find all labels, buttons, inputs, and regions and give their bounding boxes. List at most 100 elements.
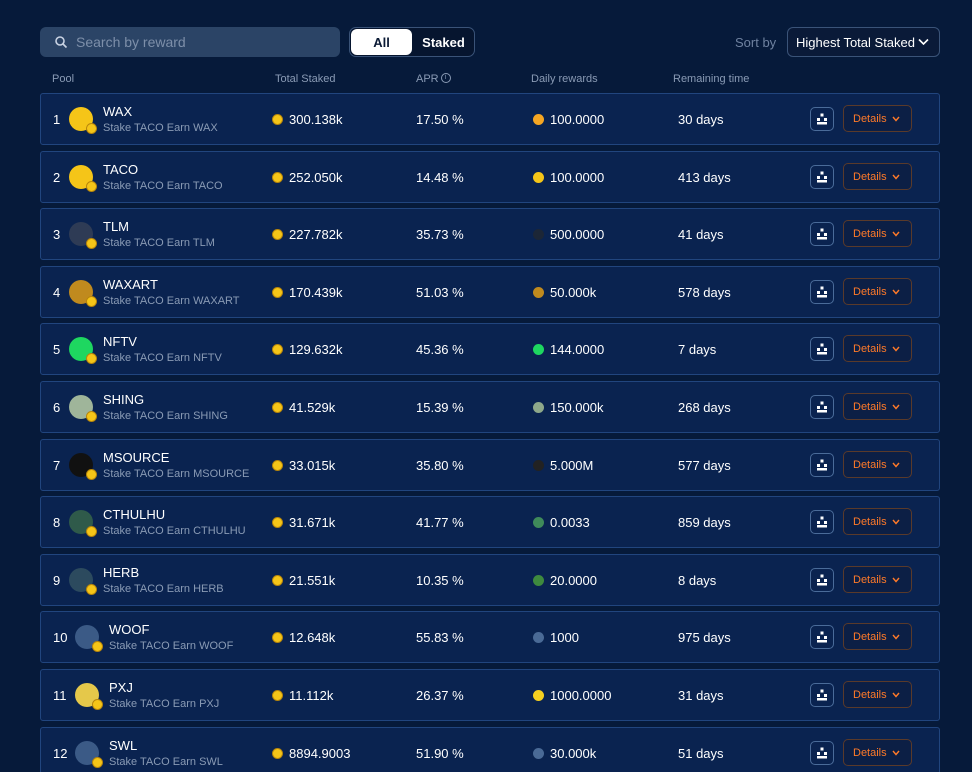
pool-index: 11 [53,688,67,703]
details-button[interactable]: Details [843,739,912,766]
total-staked: 300.138k [272,112,343,127]
header-daily-rewards: Daily rewards [531,73,598,85]
total-staked-value: 11.112k [289,688,334,703]
header-pool: Pool [52,73,75,85]
stake-button[interactable] [810,510,834,534]
reward-token-icon [533,748,544,759]
table-header: Pool Total Staked APR i Daily rewards Rem… [40,73,940,89]
daily-rewards: 1000 [533,630,579,645]
details-label: Details [853,515,887,528]
stake-button[interactable] [810,453,834,477]
table-row[interactable]: 10 WOOF Stake TACO Earn WOOF 12.648k 55.83 %… [40,611,940,663]
search-box[interactable] [40,27,340,57]
pool-name: MSOURCE [103,450,170,465]
pool-index: 4 [53,285,61,300]
stake-button[interactable] [810,395,834,419]
apr-value: 35.73 % [416,227,464,242]
search-input[interactable] [76,27,326,57]
pool-index: 9 [53,573,61,588]
details-button[interactable]: Details [843,220,912,247]
pool-logo-icon [69,510,97,537]
daily-rewards: 20.0000 [533,573,597,588]
stake-button[interactable] [810,741,834,765]
pool-subtitle: Stake TACO Earn MSOURCE [103,468,250,480]
details-button[interactable]: Details [843,163,912,190]
stake-button[interactable] [810,568,834,592]
details-label: Details [853,573,887,586]
details-button[interactable]: Details [843,681,912,708]
details-button[interactable]: Details [843,335,912,362]
stake-button[interactable] [810,280,834,304]
pool-name: SWL [109,738,138,753]
pool-name: WAX [103,104,133,119]
pool-logo-icon [69,568,97,595]
info-icon[interactable]: i [440,73,451,83]
taco-badge-icon [86,181,97,192]
pool-subtitle: Stake TACO Earn WAXART [103,295,240,307]
pool-subtitle: Stake TACO Earn PXJ [109,698,220,710]
stake-icon [817,747,827,759]
chevron-down-icon [918,38,929,46]
stake-button[interactable] [810,683,834,707]
chevron-down-icon [892,519,900,525]
details-button[interactable]: Details [843,566,912,593]
filter-all-button[interactable]: All [351,29,412,55]
table-row[interactable]: 12 SWL Stake TACO Earn SWL 8894.9003 51.90 %… [40,727,940,772]
daily-rewards: 150.000k [533,400,604,415]
daily-rewards: 1000.0000 [533,688,611,703]
stake-button[interactable] [810,625,834,649]
total-staked: 252.050k [272,170,343,185]
stake-icon [817,401,827,413]
stake-button[interactable] [810,337,834,361]
table-row[interactable]: 1 WAX Stake TACO Earn WAX 300.138k 17.50 % 10… [40,93,940,145]
pool-index: 8 [53,515,61,530]
pool-name: SHING [103,392,145,407]
daily-rewards-value: 1000 [550,630,579,645]
total-staked-value: 21.551k [289,573,336,588]
total-staked-value: 227.782k [289,227,343,242]
total-staked: 227.782k [272,227,343,242]
pool-index: 12 [53,746,68,761]
pool-subtitle: Stake TACO Earn WAX [103,122,218,134]
table-row[interactable]: 4 WAXART Stake TACO Earn WAXART 170.439k 51.… [40,266,940,318]
toolbar: All Staked Sort by Highest Total Staked [40,27,940,58]
details-button[interactable]: Details [843,451,912,478]
apr-value: 15.39 % [416,400,464,415]
pool-name: WOOF [109,622,150,637]
pool-subtitle: Stake TACO Earn WOOF [109,640,234,652]
stake-button[interactable] [810,107,834,131]
pool-name: PXJ [109,680,133,695]
pool-name: NFTV [103,334,137,349]
daily-rewards: 100.0000 [533,170,604,185]
table-row[interactable]: 3 TLM Stake TACO Earn TLM 227.782k 35.73 % 50… [40,208,940,260]
table-row[interactable]: 9 HERB Stake TACO Earn HERB 21.551k 10.35 % 2… [40,554,940,606]
total-staked: 11.112k [272,688,333,703]
details-label: Details [853,688,887,701]
taco-coin-icon [272,172,283,183]
details-button[interactable]: Details [843,105,912,132]
taco-coin-icon [272,402,283,413]
pool-index: 1 [53,112,61,127]
table-row[interactable]: 6 SHING Stake TACO Earn SHING 41.529k 15.39 … [40,381,940,433]
total-staked-value: 41.529k [289,400,336,415]
details-button[interactable]: Details [843,623,912,650]
table-row[interactable]: 11 PXJ Stake TACO Earn PXJ 11.112k 26.37 % 10… [40,669,940,721]
details-button[interactable]: Details [843,508,912,535]
stake-button[interactable] [810,222,834,246]
taco-badge-icon [86,353,97,364]
filter-staked-button[interactable]: Staked [413,29,474,55]
stake-button[interactable] [810,165,834,189]
daily-rewards-value: 1000.0000 [550,688,612,703]
sort-value: Highest Total Staked [796,34,915,50]
table-row[interactable]: 7 MSOURCE Stake TACO Earn MSOURCE 33.015k 35… [40,439,940,491]
table-row[interactable]: 2 TACO Stake TACO Earn TACO 252.050k 14.48 %… [40,151,940,203]
daily-rewards: 500.0000 [533,227,604,242]
table-row[interactable]: 5 NFTV Stake TACO Earn NFTV 129.632k 45.36 %… [40,323,940,375]
table-row[interactable]: 8 CTHULHU Stake TACO Earn CTHULHU 31.671k 41… [40,496,940,548]
details-button[interactable]: Details [843,278,912,305]
daily-rewards-value: 100.0000 [550,170,605,185]
total-staked-value: 33.015k [289,458,336,473]
chevron-down-icon [892,116,900,122]
sort-dropdown[interactable]: Highest Total Staked [787,27,940,57]
details-button[interactable]: Details [843,393,912,420]
